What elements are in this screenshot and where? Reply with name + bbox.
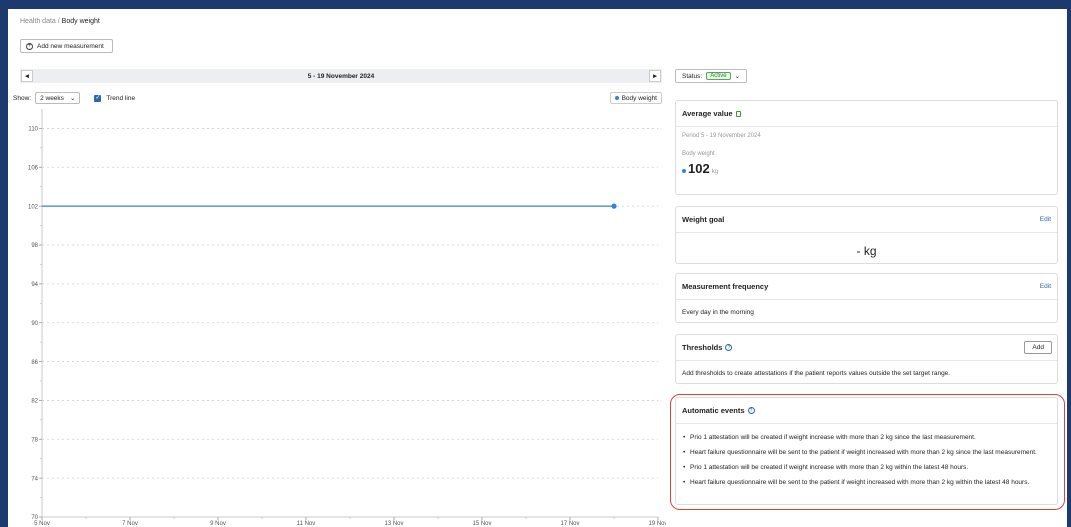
y-tick-label: 102 [28,204,39,210]
y-tick-label: 98 [31,243,38,249]
average-value-card: Average value Period 5 - 19 November 202… [675,100,1058,195]
info-icon[interactable]: ? [747,407,755,414]
automatic-events-header: Automatic events ? [676,398,1057,424]
automatic-events-card: Automatic events ? Prio 1 attestation wi… [675,397,1058,505]
caret-left-icon: ◂ [25,73,29,80]
y-tick-label: 86 [31,360,38,366]
copy-icon[interactable] [735,110,741,117]
list-item: Prio 1 attestation will be created if we… [682,460,1051,475]
y-tick-label: 110 [28,127,38,133]
body-weight-chart: 11010610298949086827874705 Nov 7 Nov 9 Nov… [28,109,666,527]
status-select[interactable]: Status: Active ⌄ [675,69,748,83]
weight-goal-card: Weight goal Edit - kg [675,206,1058,264]
info-icon[interactable]: ? [725,344,733,351]
measurement-frequency-header: Measurement frequency Edit [676,274,1057,300]
list-item: Prio 1 attestation will be created if we… [682,430,1051,445]
average-value-header: Average value [676,101,1057,127]
automatic-events-list: Prio 1 attestation will be created if we… [676,424,1057,496]
y-tick-label: 94 [31,282,38,288]
period-select-value: 2 weeks [40,94,64,102]
status-badge: Active [706,72,731,80]
add-threshold-button[interactable]: Add [1024,341,1052,354]
x-tick-label: 7 Nov [122,521,138,527]
weight-goal-value: - kg [856,244,877,258]
average-number: 102 [688,161,710,176]
chart-controls: Show: 2 weeks ⌄ ✓ Trend line Body weight [8,91,662,105]
y-tick-label: 78 [31,437,38,443]
trend-line-label: Trend line [106,94,136,102]
thresholds-card: Thresholds ? Add Add thresholds to creat… [675,334,1058,384]
plus-circle-icon: + [26,42,33,50]
list-item: Heart failure questionnaire will be sent… [682,445,1051,460]
legend-body-weight[interactable]: Body weight [609,92,662,104]
add-measurement-label: Add new measurement [37,42,104,50]
x-tick-label: 17 Nov [560,521,579,527]
breadcrumb-current: Body weight [61,18,100,25]
date-range: 5 - 19 November 2024 [307,72,375,80]
page-frame: Health data / Body weight + Add new meas… [8,9,1067,527]
series-dot-icon [682,169,686,173]
previous-period-button[interactable]: ◂ [21,70,33,82]
measurement-frequency-edit-link[interactable]: Edit [1040,283,1051,290]
thresholds-text: Add thresholds to create attestations if… [682,370,951,377]
y-tick-label: 106 [28,165,39,171]
period-select[interactable]: 2 weeks ⌄ [35,92,81,104]
date-navigator: ◂ 5 - 19 November 2024 ▸ [20,69,662,83]
list-item: Heart failure questionnaire will be sent… [682,475,1051,490]
chevron-down-icon: ⌄ [69,95,76,102]
breadcrumb-parent[interactable]: Health data [20,18,56,25]
weight-goal-title: Weight goal [682,215,725,224]
status-label: Status: [682,72,703,80]
thresholds-header: Thresholds ? Add [676,335,1057,361]
weight-goal-edit-link[interactable]: Edit [1040,216,1051,223]
measurement-frequency-text: Every day in the morning [682,309,754,316]
measurement-frequency-card: Measurement frequency Edit Every day in … [675,273,1058,323]
average-metric: Body weight [682,151,715,157]
add-measurement-button[interactable]: + Add new measurement [20,39,113,53]
x-tick-label: 9 Nov [210,521,226,527]
caret-right-icon: ▸ [653,73,657,80]
series-dot-icon [614,96,619,100]
data-point [611,203,617,209]
average-value: 102 kg [682,161,1051,176]
legend-label: Body weight [621,94,657,102]
show-label: Show: [13,94,32,102]
trend-line-checkbox[interactable]: ✓ [94,94,102,102]
x-tick-label: 15 Nov [472,521,491,527]
average-unit: kg [711,169,719,175]
y-tick-label: 82 [31,399,38,405]
average-value-title: Average value [682,109,733,118]
average-period: Period 5 - 19 November 2024 [682,133,761,139]
y-tick-label: 74 [31,476,38,482]
y-tick-label: 90 [31,321,38,327]
thresholds-title: Thresholds [682,343,723,352]
x-tick-label: 5 Nov [34,521,50,527]
measurement-frequency-title: Measurement frequency [682,282,769,291]
weight-goal-header: Weight goal Edit [676,207,1057,233]
chevron-down-icon: ⌄ [734,73,741,80]
x-tick-label: 11 Nov [297,521,316,527]
x-tick-label: 19 Nov [648,521,666,527]
automatic-events-title: Automatic events [682,406,745,415]
next-period-button[interactable]: ▸ [649,70,661,82]
breadcrumb-separator: / [57,18,60,25]
x-tick-label: 13 Nov [384,521,403,527]
breadcrumb: Health data / Body weight [20,18,100,25]
